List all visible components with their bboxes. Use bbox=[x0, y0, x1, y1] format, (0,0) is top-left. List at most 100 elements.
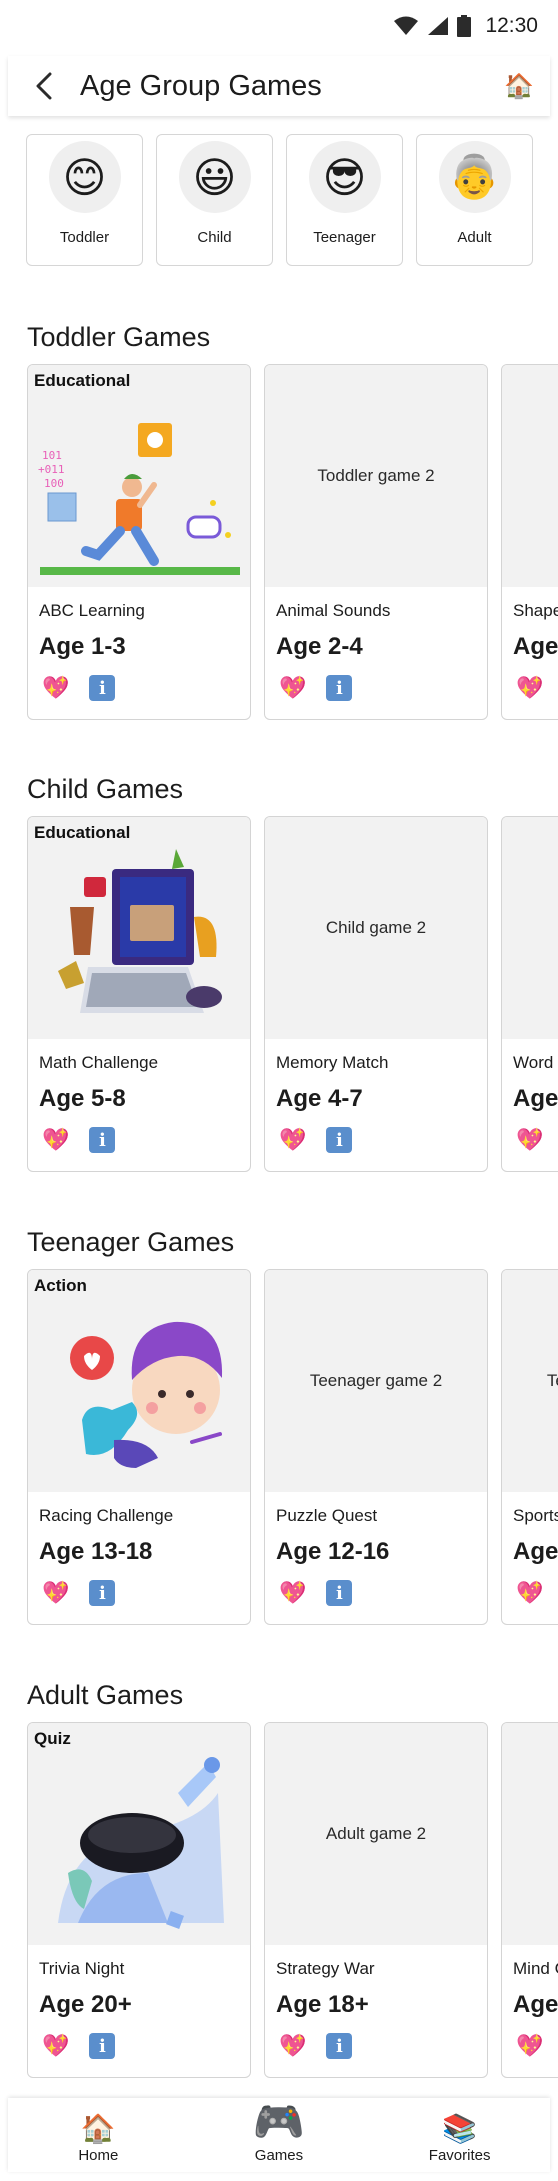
game-age-range: Age 5-8 bbox=[39, 1085, 126, 1112]
card-actions: 💖 i bbox=[516, 675, 558, 701]
card-actions: 💖 i bbox=[42, 1127, 116, 1153]
favorite-heart-icon[interactable]: 💖 bbox=[279, 2033, 306, 2059]
app-bar: Age Group Games 🏠 bbox=[8, 56, 550, 116]
game-cards-carousel[interactable]: Quiz Trivia Night Age 20+ 💖 i Adult game… bbox=[27, 1722, 558, 2078]
placeholder-text: Teenager game 2 bbox=[309, 1371, 443, 1390]
game-age-range: Age 13-18 bbox=[39, 1538, 153, 1565]
page-title: Age Group Games bbox=[80, 69, 322, 102]
placeholder-text: Adult game 2 bbox=[325, 1824, 427, 1843]
game-age-range: Age 6-9 bbox=[513, 1085, 558, 1112]
game-card[interactable]: Toddler game 2 Animal Sounds Age 2-4 💖 i bbox=[264, 364, 488, 720]
child-illustration bbox=[58, 849, 222, 1013]
section-toddler-games: Toddler Games 101 +011 100 Educational ABC… bbox=[0, 322, 558, 722]
game-image: Toddler game 2 bbox=[265, 365, 487, 587]
signal-icon bbox=[428, 17, 449, 35]
game-name: Mind Games bbox=[513, 1959, 558, 1978]
game-name: Puzzle Quest bbox=[276, 1506, 378, 1525]
category-badge: Action bbox=[34, 1276, 87, 1295]
bottom-navigation: 🏠 Home 🎮 Games 📚 Favorites bbox=[8, 2098, 550, 2172]
game-age-range: Age 2-4 bbox=[276, 633, 363, 660]
favorite-heart-icon[interactable]: 💖 bbox=[516, 1580, 543, 1606]
game-card[interactable]: Child game 2 Memory Match Age 4-7 💖 i bbox=[264, 816, 488, 1172]
books-icon: 📚 bbox=[442, 2113, 478, 2144]
card-actions: 💖 i bbox=[42, 675, 116, 701]
age-tile-adult[interactable]: 👵 Adult bbox=[416, 134, 533, 266]
game-image: Child game 2 bbox=[265, 817, 487, 1039]
card-actions: 💖 i bbox=[279, 2033, 353, 2059]
game-name: Trivia Night bbox=[39, 1959, 125, 1978]
adult-avatar-icon: 👵 bbox=[438, 141, 511, 213]
game-card[interactable]: Mind Games Age 18+ 💖 i bbox=[501, 1722, 558, 2078]
favorite-heart-icon[interactable]: 💖 bbox=[516, 675, 543, 701]
game-age-range: Age 4-7 bbox=[276, 1085, 363, 1112]
game-image: Teenager game 2 bbox=[265, 1270, 487, 1492]
game-age-range: Age 18+ bbox=[276, 1991, 369, 2018]
placeholder-text: Toddler game 2 bbox=[317, 466, 435, 485]
game-age-range: Age 2-5 bbox=[513, 633, 558, 660]
card-actions: 💖 i bbox=[279, 1127, 353, 1153]
gamepad-icon: 🎮 bbox=[252, 2098, 306, 2145]
svg-text:100: 100 bbox=[44, 477, 64, 490]
game-card[interactable]: Word Puzzle Age 6-9 💖 i bbox=[501, 816, 558, 1172]
info-icon[interactable]: i bbox=[326, 1580, 353, 1606]
section-child-games: Child Games Educational Math Challenge A… bbox=[0, 774, 558, 1174]
game-image bbox=[502, 1723, 558, 1945]
card-actions: 💖 i bbox=[516, 2033, 558, 2059]
game-card[interactable]: Teenager game 3 Sports Star Age 13-17 💖 … bbox=[501, 1269, 558, 1625]
game-image: Adult game 2 bbox=[265, 1723, 487, 1945]
game-age-range: Age 1-3 bbox=[39, 633, 126, 660]
game-card[interactable]: 101 +011 100 Educational ABC Learning Age … bbox=[27, 364, 251, 720]
game-cards-carousel[interactable]: Action Racing Challenge Age 13-18 💖 i Te… bbox=[27, 1269, 558, 1625]
game-image: Action bbox=[28, 1270, 250, 1492]
age-tile-label: Teenager bbox=[313, 229, 376, 246]
info-icon[interactable]: i bbox=[89, 1127, 116, 1153]
game-card[interactable]: Educational Math Challenge Age 5-8 💖 i bbox=[27, 816, 251, 1172]
category-badge: Educational bbox=[34, 371, 131, 390]
favorite-heart-icon[interactable]: 💖 bbox=[42, 675, 69, 701]
card-actions: 💖 i bbox=[42, 2033, 116, 2059]
home-icon[interactable]: 🏠 bbox=[504, 72, 534, 101]
wifi-icon bbox=[394, 16, 419, 35]
game-card[interactable]: Teenager game 2 Puzzle Quest Age 12-16 💖… bbox=[264, 1269, 488, 1625]
age-tile-teenager[interactable]: 😎 Teenager bbox=[286, 134, 403, 266]
category-badge: Quiz bbox=[34, 1729, 71, 1748]
info-icon[interactable]: i bbox=[89, 1580, 116, 1606]
info-icon[interactable]: i bbox=[326, 675, 353, 701]
favorite-heart-icon[interactable]: 💖 bbox=[516, 1127, 543, 1153]
info-icon[interactable]: i bbox=[89, 2033, 116, 2059]
age-tile-label: Adult bbox=[457, 229, 492, 246]
favorite-heart-icon[interactable]: 💖 bbox=[42, 2033, 69, 2059]
game-card[interactable]: Adult game 2 Strategy War Age 18+ 💖 i bbox=[264, 1722, 488, 2078]
game-card[interactable]: Shape Sorter Age 2-5 💖 i bbox=[501, 364, 558, 720]
info-icon[interactable]: i bbox=[326, 1127, 353, 1153]
home-icon: 🏠 bbox=[80, 2113, 116, 2144]
game-name: Shape Sorter bbox=[513, 601, 558, 620]
game-age-range: Age 12-16 bbox=[276, 1538, 390, 1565]
battery-icon bbox=[457, 15, 472, 37]
back-button[interactable] bbox=[24, 66, 64, 106]
game-cards-carousel[interactable]: Educational Math Challenge Age 5-8 💖 i C… bbox=[27, 816, 558, 1172]
game-cards-carousel[interactable]: 101 +011 100 Educational ABC Learning Age … bbox=[27, 364, 558, 720]
favorite-heart-icon[interactable]: 💖 bbox=[42, 1580, 69, 1606]
placeholder-text: Teenager game 3 bbox=[546, 1371, 558, 1390]
nav-item-favorites[interactable]: 📚 Favorites bbox=[400, 2113, 520, 2164]
favorite-heart-icon[interactable]: 💖 bbox=[516, 2033, 543, 2059]
age-tile-toddler[interactable]: 😊 Toddler bbox=[26, 134, 143, 266]
game-card[interactable]: Action Racing Challenge Age 13-18 💖 i bbox=[27, 1269, 251, 1625]
nav-item-games[interactable]: 🎮 Games bbox=[219, 2098, 339, 2165]
section-title: Adult Games bbox=[27, 1680, 184, 1710]
nav-item-home[interactable]: 🏠 Home bbox=[38, 2113, 158, 2164]
adult-illustration bbox=[58, 1757, 224, 1929]
age-tile-child[interactable]: 😃 Child bbox=[156, 134, 273, 266]
card-actions: 💖 i bbox=[279, 1580, 353, 1606]
game-image: Quiz bbox=[28, 1723, 250, 1945]
favorite-heart-icon[interactable]: 💖 bbox=[279, 675, 306, 701]
favorite-heart-icon[interactable]: 💖 bbox=[279, 1127, 306, 1153]
info-icon[interactable]: i bbox=[89, 675, 116, 701]
game-card[interactable]: Quiz Trivia Night Age 20+ 💖 i bbox=[27, 1722, 251, 2078]
favorite-heart-icon[interactable]: 💖 bbox=[42, 1127, 69, 1153]
svg-text:+011: +011 bbox=[38, 463, 65, 476]
info-icon[interactable]: i bbox=[326, 2033, 353, 2059]
child-avatar-icon: 😃 bbox=[178, 141, 251, 213]
favorite-heart-icon[interactable]: 💖 bbox=[279, 1580, 306, 1606]
